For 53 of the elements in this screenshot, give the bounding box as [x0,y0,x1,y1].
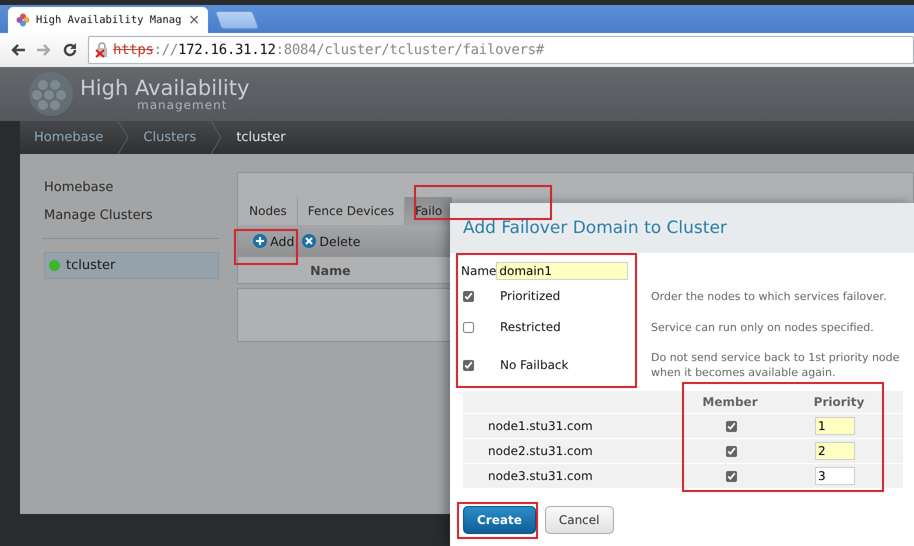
column-header: Priority [775,391,903,414]
member-checkbox[interactable] [724,420,736,432]
honeycomb-logo-icon [28,71,74,117]
reload-icon[interactable] [62,42,78,58]
close-icon[interactable]: × [188,12,200,28]
cluster-item[interactable]: tcluster [44,252,220,279]
checkbox[interactable] [461,322,474,332]
url-text: https://172.16.31.12:8084/cluster/tcluster/failovers# [113,42,544,58]
member-checkbox[interactable] [724,470,736,482]
option-description: Do not send service back to 1st priority node when it becomes available again. [651,350,900,381]
plus-icon [253,234,268,248]
back-icon[interactable] [10,43,26,57]
column-header: Member [685,391,775,414]
create-button[interactable]: Create [463,506,536,534]
checkbox[interactable] [461,290,474,302]
insecure-lock-icon [95,42,109,58]
annotation-frame [234,229,298,265]
name-label: Name [461,264,496,278]
priority-field[interactable]: 2 [815,442,855,460]
option-label: Prioritized [500,289,560,303]
logo-title: High Availability [80,78,250,98]
breadcrumb-link[interactable]: Clusters [129,130,210,145]
cluster-name: tcluster [66,258,116,273]
x-icon [302,234,316,248]
member-checkbox[interactable] [724,446,736,456]
breadcrumb-link[interactable]: Homebase [20,130,118,145]
node-name: node1.stu31.com [487,419,593,433]
priority-field[interactable]: 3 [815,467,855,485]
name-field[interactable]: domain1 [496,262,628,280]
address-field[interactable]: https://172.16.31.12:8084/cluster/tcluster/failovers# [88,36,914,64]
tab[interactable]: Nodes [239,197,297,225]
checkbox[interactable] [461,360,474,370]
sidebar-link[interactable]: Homebase [44,180,220,195]
priority-field[interactable]: 1 [815,417,855,435]
option-description: Order the nodes to which services failover. [651,288,888,304]
node-name: node2.stu31.com [487,444,593,458]
add-button[interactable]: Add [250,232,298,250]
option-description: Service can run only on nodes specified. [651,320,875,336]
tab-title: High Availability Manag [36,14,182,26]
node-name: node3.stu31.com [487,469,593,483]
chevron-icon [210,121,222,154]
logo-subtitle: management [137,98,228,110]
column-header: Name [310,262,351,278]
sidebar-link[interactable]: Manage Clusters [44,208,220,223]
dialog-title: Add Failover Domain to Cluster [463,218,727,238]
browser-tab[interactable]: High Availability Manag × [8,7,208,33]
option-label: No Failback [500,358,568,372]
option-label: Restricted [500,320,561,334]
new-tab-button[interactable] [214,11,260,29]
flower-icon [16,13,30,27]
delete-button[interactable]: Delete [299,232,364,250]
cancel-button[interactable]: Cancel [544,506,614,534]
chevron-icon [117,121,130,154]
